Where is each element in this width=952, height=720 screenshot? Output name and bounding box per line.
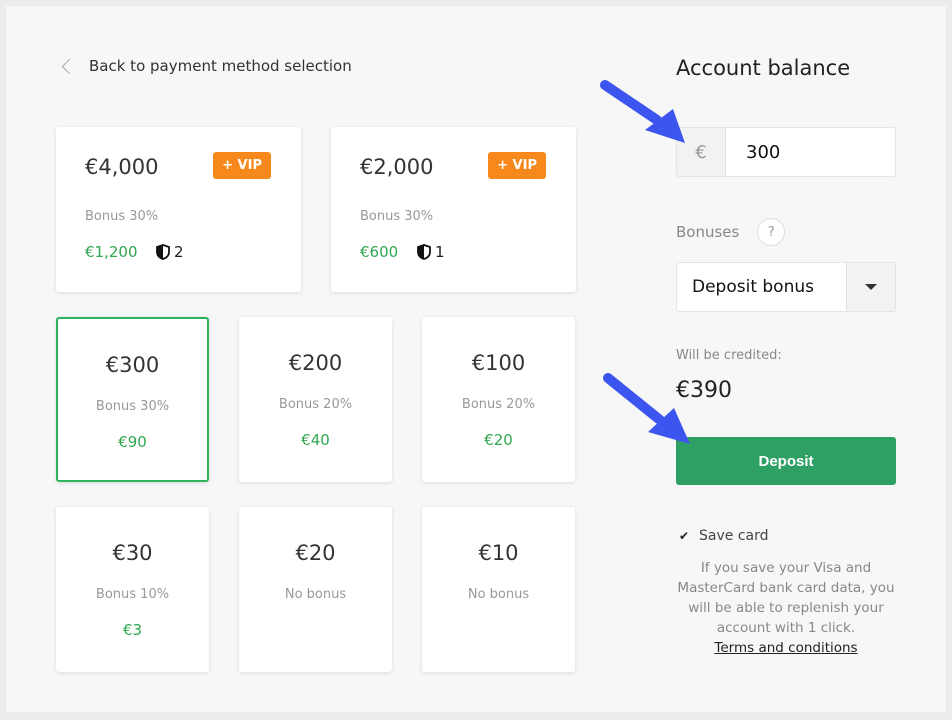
- card-amount: €30: [112, 541, 153, 565]
- shield-count: 2: [156, 243, 184, 261]
- arrow-annotation-icon: [603, 373, 690, 444]
- chevron-left-icon: [61, 58, 78, 74]
- card-credit: €90: [118, 433, 147, 451]
- card-amount: €2,000: [360, 155, 434, 179]
- card-bonus: Bonus 20%: [278, 397, 353, 412]
- amount-input[interactable]: € 300: [676, 127, 896, 177]
- bonus-select-value: Deposit bonus: [692, 277, 814, 297]
- dropdown-button[interactable]: [846, 263, 895, 311]
- save-card-checkbox[interactable]: ✔ Save card: [677, 528, 769, 544]
- card-amount: €20: [295, 541, 336, 565]
- bonuses-row: Bonuses ?: [676, 218, 786, 246]
- shield-count-value: 1: [435, 243, 445, 261]
- card-bonus: No bonus: [467, 587, 530, 602]
- save-card-label: Save card: [699, 528, 769, 544]
- card-credit: €1,200: [85, 243, 138, 261]
- card-amount: €4,000: [85, 155, 159, 179]
- card-credit: €40: [301, 431, 330, 449]
- caret-down-icon: [865, 284, 877, 290]
- arrow-annotation-icon: [600, 80, 685, 143]
- card-bonus: Bonus 30%: [95, 399, 170, 414]
- amount-card-4000[interactable]: €4,000 + VIP Bonus 30% €1,200 2: [56, 127, 301, 292]
- shield-icon: [417, 244, 431, 260]
- amount-card[interactable]: €20 No bonus: [239, 507, 392, 672]
- amount-card[interactable]: €300 Bonus 30% €90: [56, 317, 209, 482]
- card-bonus: Bonus 20%: [461, 397, 536, 412]
- card-credit: €3: [122, 621, 143, 639]
- deposit-button[interactable]: Deposit: [676, 437, 896, 485]
- amount-card[interactable]: €10 No bonus: [422, 507, 575, 672]
- card-bonus: No bonus: [284, 587, 347, 602]
- help-icon[interactable]: ?: [757, 218, 786, 246]
- card-credit: €600: [360, 243, 399, 261]
- card-credit: €20: [484, 431, 513, 449]
- shield-count: 1: [417, 243, 445, 261]
- shield-icon: [156, 244, 170, 260]
- checkmark-icon[interactable]: ✔: [677, 529, 691, 543]
- card-bonus: Bonus 30%: [360, 209, 434, 224]
- info-text: If you save your Visa and MasterCard ban…: [677, 560, 895, 636]
- card-amount: €10: [478, 541, 519, 565]
- vip-badge: + VIP: [488, 152, 546, 179]
- back-label: Back to payment method selection: [89, 57, 352, 75]
- card-bonus: Bonus 10%: [95, 587, 170, 602]
- card-bonus: Bonus 30%: [85, 209, 159, 224]
- bonuses-label: Bonuses: [676, 223, 740, 241]
- vip-badge: + VIP: [213, 152, 271, 179]
- terms-link[interactable]: Terms and conditions: [714, 640, 857, 656]
- account-balance-title: Account balance: [676, 56, 851, 80]
- amount-card[interactable]: €200 Bonus 20% €40: [239, 317, 392, 482]
- card-amount: €300: [105, 353, 160, 377]
- card-amount: €100: [471, 351, 526, 375]
- card-amount: €200: [288, 351, 343, 375]
- shield-count-value: 2: [174, 243, 184, 261]
- amount-value[interactable]: 300: [726, 128, 780, 176]
- credited-label: Will be credited:: [676, 348, 782, 363]
- back-link[interactable]: Back to payment method selection: [60, 57, 352, 75]
- amount-card-2000[interactable]: €2,000 + VIP Bonus 30% €600 1: [331, 127, 576, 292]
- amount-card[interactable]: €30 Bonus 10% €3: [56, 507, 209, 672]
- amount-card[interactable]: €100 Bonus 20% €20: [422, 317, 575, 482]
- save-card-info: If you save your Visa and MasterCard ban…: [676, 558, 896, 658]
- bonus-select[interactable]: Deposit bonus: [676, 262, 896, 312]
